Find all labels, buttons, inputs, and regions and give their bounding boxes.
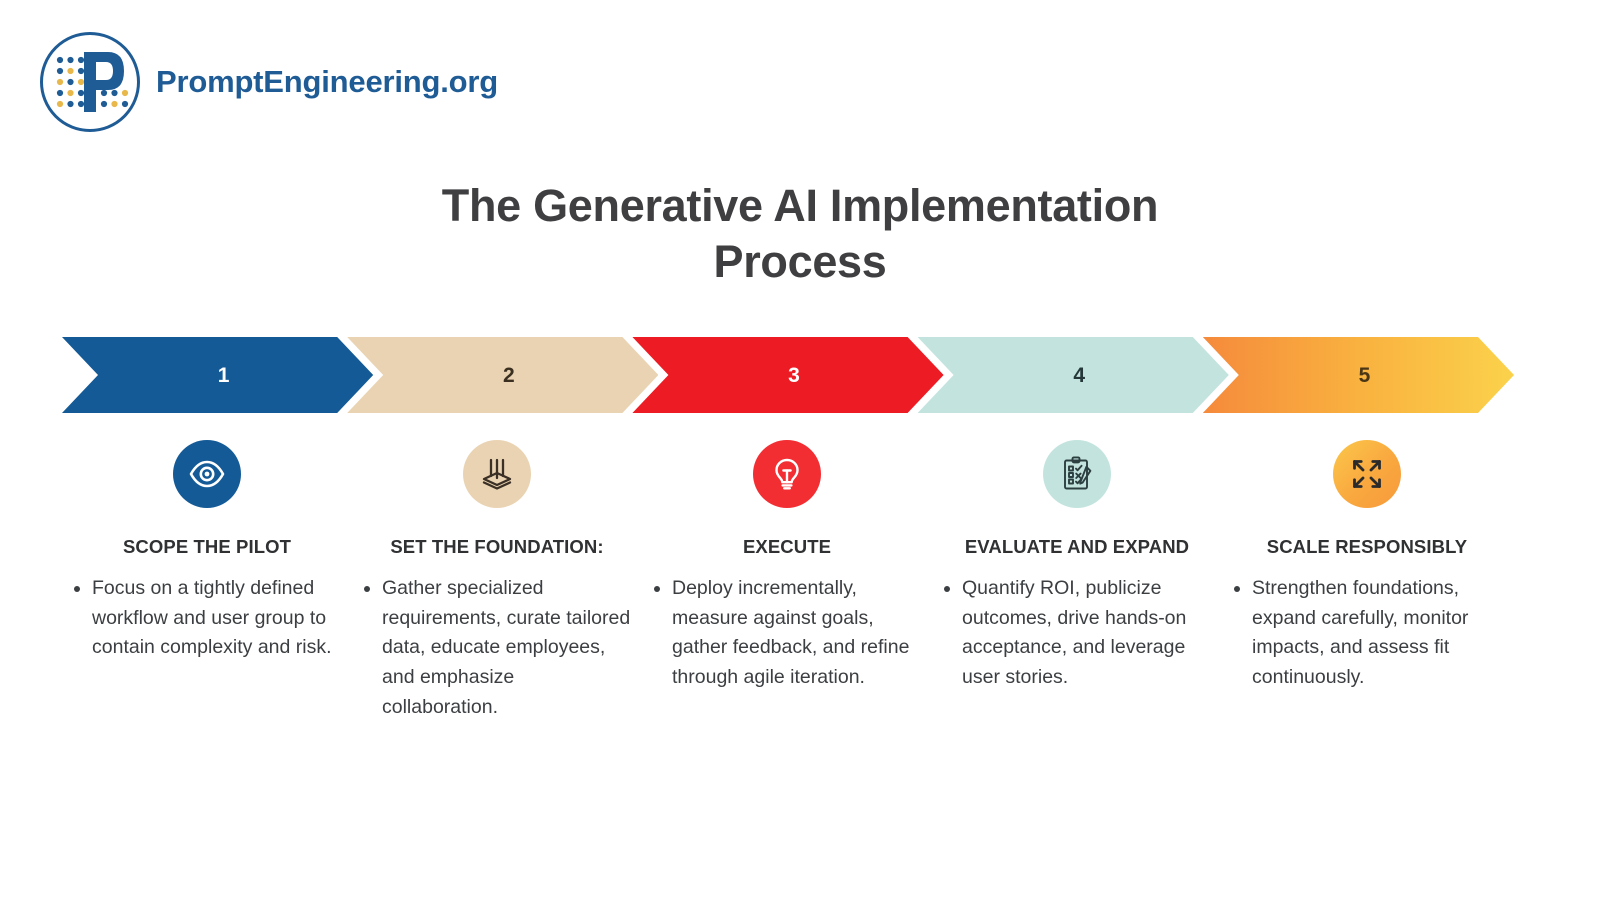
expand-arrows-icon <box>1333 440 1401 508</box>
chevron-step-2[interactable]: 2 <box>347 337 658 413</box>
chevron-step-3[interactable]: 3 <box>632 337 943 413</box>
list-item: Strengthen foundations, expand carefully… <box>1252 574 1504 693</box>
chevron-step-1-number: 1 <box>217 363 230 387</box>
step-column-4: EVALUATE AND EXPAND Quantify ROI, public… <box>932 440 1222 722</box>
clipboard-checklist-pencil-icon <box>1043 440 1111 508</box>
eye-icon <box>173 440 241 508</box>
page-title: The Generative AI Implementation Process <box>0 178 1600 291</box>
brand-name: PromptEngineering.org <box>156 64 498 99</box>
step-3-heading: EXECUTE <box>742 536 832 557</box>
chevron-step-4-number: 4 <box>1073 363 1086 387</box>
step-column-2: SET THE FOUNDATION: Gather specialized r… <box>352 440 642 722</box>
step-5-heading: SCALE RESPONSIBLY <box>1266 536 1468 557</box>
step-2-bullet-list: Gather specialized requirements, curate … <box>360 574 634 722</box>
process-step-chevron-band: 1 2 3 4 5 <box>62 337 1514 413</box>
list-item: Deploy incrementally, measure against go… <box>672 574 924 693</box>
lightbulb-icon <box>753 440 821 508</box>
process-step-columns: SCOPE THE PILOT Focus on a tightly defin… <box>62 440 1514 722</box>
foundation-piles-icon <box>463 440 531 508</box>
page-title-line-1: The Generative AI Implementation <box>441 180 1159 231</box>
chevron-step-5-number: 5 <box>1358 363 1371 387</box>
chevron-step-3-number: 3 <box>788 363 800 387</box>
list-item: Gather specialized requirements, curate … <box>382 574 634 722</box>
step-4-bullet-list: Quantify ROI, publicize outcomes, drive … <box>940 574 1214 693</box>
step-column-3: EXECUTE Deploy incrementally, measure ag… <box>642 440 932 722</box>
step-5-bullet-list: Strengthen foundations, expand carefully… <box>1230 574 1504 693</box>
step-1-heading: SCOPE THE PILOT <box>122 536 292 557</box>
chevron-step-5[interactable]: 5 <box>1203 337 1514 413</box>
step-column-5: SCALE RESPONSIBLY Strengthen foundations… <box>1222 440 1512 722</box>
page-title-line-2: Process <box>713 236 887 288</box>
brand-logo: PromptEngineering.org <box>38 30 498 134</box>
step-3-bullet-list: Deploy incrementally, measure against go… <box>650 574 924 693</box>
chevron-step-1[interactable]: 1 <box>62 337 373 413</box>
promptengineering-p-logo-icon <box>38 30 142 134</box>
step-1-bullet-list: Focus on a tightly defined workflow and … <box>70 574 344 663</box>
step-2-heading: SET THE FOUNDATION: <box>390 536 604 557</box>
list-item: Focus on a tightly defined workflow and … <box>92 574 344 663</box>
chevron-step-2-number: 2 <box>502 363 515 387</box>
step-column-1: SCOPE THE PILOT Focus on a tightly defin… <box>62 440 352 722</box>
step-4-heading: EVALUATE AND EXPAND <box>964 536 1190 557</box>
chevron-step-4[interactable]: 4 <box>918 337 1229 413</box>
list-item: Quantify ROI, publicize outcomes, drive … <box>962 574 1214 693</box>
